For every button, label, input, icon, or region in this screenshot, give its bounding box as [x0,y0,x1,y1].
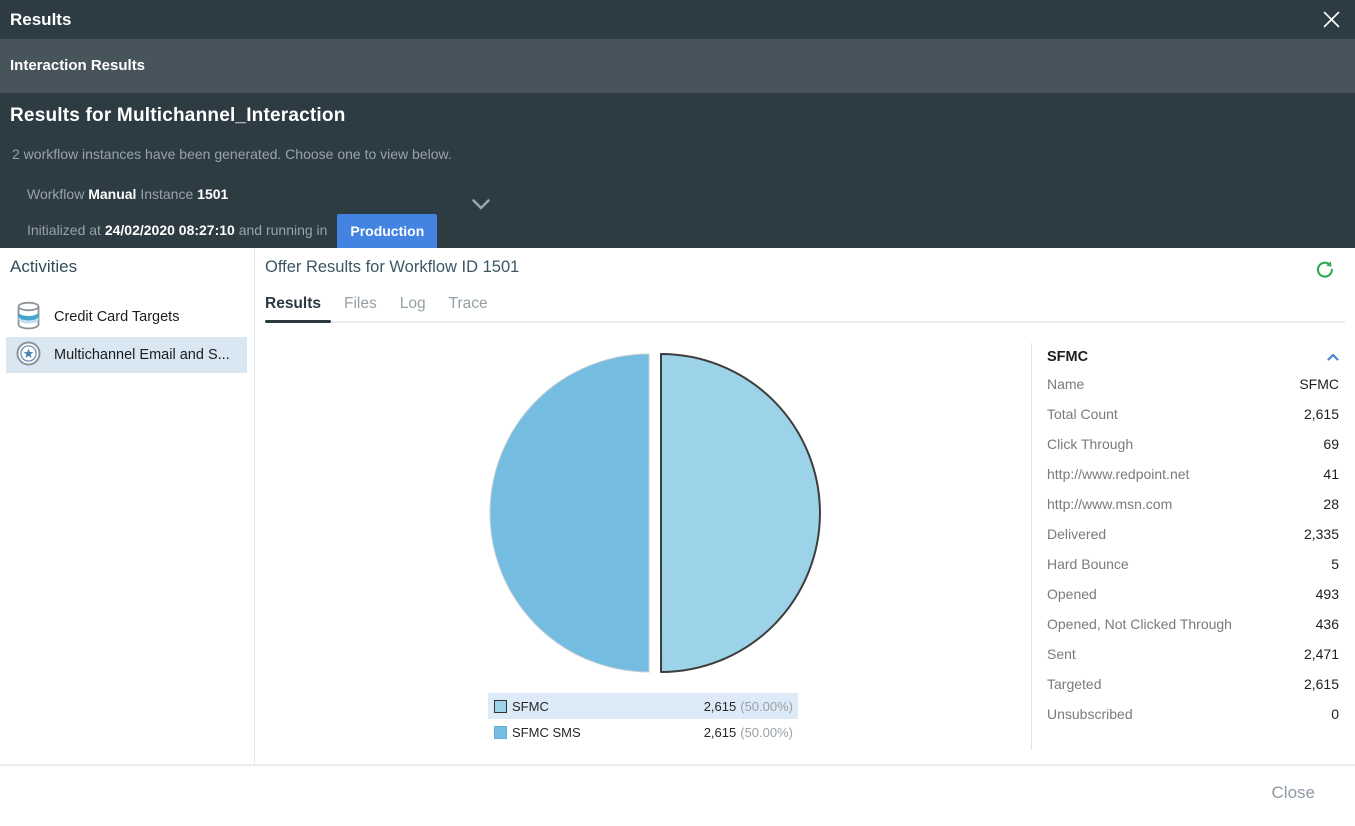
pie-chart[interactable] [486,349,824,679]
toolbar-title: Interaction Results [10,39,145,93]
sidebar-divider [254,248,255,764]
instance-label: Instance [140,186,193,202]
content-area: Activities Credit Card Targets [0,248,1355,826]
details-header[interactable]: SFMC [1047,345,1339,369]
legend-swatch [494,726,507,739]
sidebar-item-credit-card-targets[interactable]: Credit Card Targets [6,299,247,335]
detail-row: Hard Bounce5 [1047,549,1339,579]
sidebar-item-label: Multichannel Email and S... [54,347,230,363]
detail-row-link: http://www.redpoint.net41 [1047,459,1339,489]
chevron-down-icon[interactable] [471,198,491,216]
refresh-icon[interactable] [1315,259,1335,279]
detail-row: Targeted2,615 [1047,669,1339,699]
details-title: SFMC [1047,349,1088,365]
footer-divider [0,764,1355,766]
environment-badge[interactable]: Production [337,214,437,249]
database-icon [16,301,41,334]
running-in-label: and running in [239,222,328,238]
close-icon[interactable] [1323,11,1340,28]
detail-row: Opened493 [1047,579,1339,609]
initialized-timestamp: 24/02/2020 08:27:10 [105,222,235,238]
offer-results-title: Offer Results for Workflow ID 1501 [265,258,519,277]
tab-log[interactable]: Log [400,295,426,313]
results-dialog: Results Interaction Results [0,0,1355,826]
results-tabs: Results Files Log Trace [265,295,488,313]
workflow-label: Workflow [27,186,84,202]
detail-row: Unsubscribed0 [1047,699,1339,729]
pie-slice-sfmc[interactable] [661,354,820,672]
detail-row-link: http://www.msn.com28 [1047,489,1339,519]
legend-value: 2,615 [704,699,737,714]
legend-row-sfmc[interactable]: SFMC 2,615 (50.00%) [488,693,798,719]
tab-trace[interactable]: Trace [449,295,488,313]
tab-results[interactable]: Results [265,295,321,313]
chevron-up-icon [1327,353,1339,361]
detail-row: Total Count2,615 [1047,399,1339,429]
workflow-name: Manual [88,186,136,202]
legend-percent: (50.00%) [740,699,793,714]
initialized-line: Initialized at 24/02/2020 08:27:10 and r… [27,214,437,249]
initialized-label: Initialized at [27,222,101,238]
detail-row: Click Through69 [1047,429,1339,459]
dialog-titlebar: Results [0,0,1355,39]
detail-row: NameSFMC [1047,369,1339,399]
detail-row: Sent2,471 [1047,639,1339,669]
details-divider [1031,343,1032,750]
pie-legend: SFMC 2,615 (50.00%) SFMC SMS 2,615 (50.0… [488,693,798,745]
workflow-line: Workflow Manual Instance 1501 [27,186,228,202]
pie-chart-container [486,349,824,679]
detail-row: Opened, Not Clicked Through436 [1047,609,1339,639]
legend-label: SFMC SMS [512,725,581,740]
instance-id: 1501 [197,186,228,202]
interaction-results-toolbar: Interaction Results [0,39,1355,93]
tab-files[interactable]: Files [344,295,377,313]
detail-row: Delivered2,335 [1047,519,1339,549]
active-tab-underline [265,320,331,323]
dialog-title: Results [10,0,71,39]
pie-slice-sfmc-sms[interactable] [490,354,649,672]
legend-value: 2,615 [704,725,737,740]
activities-title: Activities [10,257,77,277]
legend-swatch [494,700,507,713]
legend-percent: (50.00%) [740,725,793,740]
legend-label: SFMC [512,699,549,714]
offer-star-icon [16,341,41,370]
results-header-title: Results for Multichannel_Interaction [10,105,346,127]
results-header: Results for Multichannel_Interaction 2 w… [0,93,1355,248]
sidebar-item-label: Credit Card Targets [54,309,179,325]
sidebar-item-multichannel-email[interactable]: Multichannel Email and S... [6,337,247,373]
results-header-subtitle: 2 workflow instances have been generated… [12,146,452,162]
close-button[interactable]: Close [1272,783,1315,803]
legend-row-sfmc-sms[interactable]: SFMC SMS 2,615 (50.00%) [488,719,798,745]
tab-rule [265,321,1345,323]
offer-details-panel: SFMC NameSFMC Total Count2,615 Click Thr… [1047,345,1339,729]
